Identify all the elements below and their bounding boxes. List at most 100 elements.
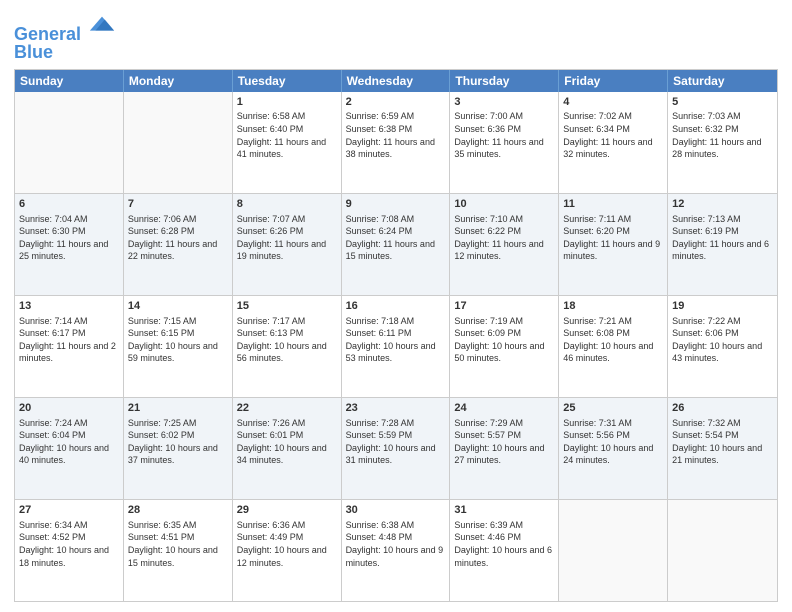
cell-info: Sunrise: 7:29 AMSunset: 5:57 PMDaylight:… bbox=[454, 417, 554, 467]
cal-cell-3-2: 14Sunrise: 7:15 AMSunset: 6:15 PMDayligh… bbox=[124, 296, 233, 397]
day-number: 23 bbox=[346, 401, 446, 416]
day-number: 9 bbox=[346, 197, 446, 212]
day-number: 4 bbox=[563, 95, 663, 110]
day-number: 17 bbox=[454, 299, 554, 314]
day-number: 15 bbox=[237, 299, 337, 314]
calendar-body: 1Sunrise: 6:58 AMSunset: 6:40 PMDaylight… bbox=[15, 92, 777, 601]
day-number: 30 bbox=[346, 503, 446, 518]
day-number: 26 bbox=[672, 401, 773, 416]
day-number: 1 bbox=[237, 95, 337, 110]
cell-info: Sunrise: 6:35 AMSunset: 4:51 PMDaylight:… bbox=[128, 519, 228, 569]
cal-cell-2-4: 9Sunrise: 7:08 AMSunset: 6:24 PMDaylight… bbox=[342, 194, 451, 295]
calendar-row-3: 13Sunrise: 7:14 AMSunset: 6:17 PMDayligh… bbox=[15, 295, 777, 397]
cal-cell-2-1: 6Sunrise: 7:04 AMSunset: 6:30 PMDaylight… bbox=[15, 194, 124, 295]
cell-info: Sunrise: 6:36 AMSunset: 4:49 PMDaylight:… bbox=[237, 519, 337, 569]
day-number: 28 bbox=[128, 503, 228, 518]
cal-cell-1-4: 2Sunrise: 6:59 AMSunset: 6:38 PMDaylight… bbox=[342, 92, 451, 193]
day-number: 3 bbox=[454, 95, 554, 110]
cal-cell-3-4: 16Sunrise: 7:18 AMSunset: 6:11 PMDayligh… bbox=[342, 296, 451, 397]
day-header-thursday: Thursday bbox=[450, 70, 559, 92]
day-number: 31 bbox=[454, 503, 554, 518]
cell-info: Sunrise: 7:19 AMSunset: 6:09 PMDaylight:… bbox=[454, 315, 554, 365]
calendar-row-1: 1Sunrise: 6:58 AMSunset: 6:40 PMDaylight… bbox=[15, 92, 777, 193]
cal-cell-5-2: 28Sunrise: 6:35 AMSunset: 4:51 PMDayligh… bbox=[124, 500, 233, 601]
cell-info: Sunrise: 7:03 AMSunset: 6:32 PMDaylight:… bbox=[672, 110, 773, 160]
calendar-header: SundayMondayTuesdayWednesdayThursdayFrid… bbox=[15, 70, 777, 92]
cal-cell-4-7: 26Sunrise: 7:32 AMSunset: 5:54 PMDayligh… bbox=[668, 398, 777, 499]
cal-cell-1-1 bbox=[15, 92, 124, 193]
header: General Blue bbox=[14, 10, 778, 63]
cell-info: Sunrise: 7:14 AMSunset: 6:17 PMDaylight:… bbox=[19, 315, 119, 365]
cal-cell-5-3: 29Sunrise: 6:36 AMSunset: 4:49 PMDayligh… bbox=[233, 500, 342, 601]
day-header-saturday: Saturday bbox=[668, 70, 777, 92]
cell-info: Sunrise: 7:08 AMSunset: 6:24 PMDaylight:… bbox=[346, 213, 446, 263]
day-number: 18 bbox=[563, 299, 663, 314]
cal-cell-2-3: 8Sunrise: 7:07 AMSunset: 6:26 PMDaylight… bbox=[233, 194, 342, 295]
logo-icon bbox=[88, 12, 116, 40]
cal-cell-1-3: 1Sunrise: 6:58 AMSunset: 6:40 PMDaylight… bbox=[233, 92, 342, 193]
day-number: 5 bbox=[672, 95, 773, 110]
day-number: 13 bbox=[19, 299, 119, 314]
day-header-monday: Monday bbox=[124, 70, 233, 92]
cal-cell-4-6: 25Sunrise: 7:31 AMSunset: 5:56 PMDayligh… bbox=[559, 398, 668, 499]
day-number: 25 bbox=[563, 401, 663, 416]
cell-info: Sunrise: 7:07 AMSunset: 6:26 PMDaylight:… bbox=[237, 213, 337, 263]
cal-cell-5-4: 30Sunrise: 6:38 AMSunset: 4:48 PMDayligh… bbox=[342, 500, 451, 601]
day-number: 16 bbox=[346, 299, 446, 314]
cell-info: Sunrise: 7:06 AMSunset: 6:28 PMDaylight:… bbox=[128, 213, 228, 263]
day-header-tuesday: Tuesday bbox=[233, 70, 342, 92]
cal-cell-2-5: 10Sunrise: 7:10 AMSunset: 6:22 PMDayligh… bbox=[450, 194, 559, 295]
day-number: 19 bbox=[672, 299, 773, 314]
cell-info: Sunrise: 7:25 AMSunset: 6:02 PMDaylight:… bbox=[128, 417, 228, 467]
cell-info: Sunrise: 6:34 AMSunset: 4:52 PMDaylight:… bbox=[19, 519, 119, 569]
cell-info: Sunrise: 7:32 AMSunset: 5:54 PMDaylight:… bbox=[672, 417, 773, 467]
cal-cell-1-6: 4Sunrise: 7:02 AMSunset: 6:34 PMDaylight… bbox=[559, 92, 668, 193]
day-number: 6 bbox=[19, 197, 119, 212]
cell-info: Sunrise: 7:00 AMSunset: 6:36 PMDaylight:… bbox=[454, 110, 554, 160]
cal-cell-4-1: 20Sunrise: 7:24 AMSunset: 6:04 PMDayligh… bbox=[15, 398, 124, 499]
logo-blue: Blue bbox=[14, 43, 116, 63]
logo: General Blue bbox=[14, 14, 116, 63]
day-header-friday: Friday bbox=[559, 70, 668, 92]
cell-info: Sunrise: 7:13 AMSunset: 6:19 PMDaylight:… bbox=[672, 213, 773, 263]
calendar: SundayMondayTuesdayWednesdayThursdayFrid… bbox=[14, 69, 778, 602]
day-header-wednesday: Wednesday bbox=[342, 70, 451, 92]
cal-cell-5-7 bbox=[668, 500, 777, 601]
cell-info: Sunrise: 7:17 AMSunset: 6:13 PMDaylight:… bbox=[237, 315, 337, 365]
cell-info: Sunrise: 7:28 AMSunset: 5:59 PMDaylight:… bbox=[346, 417, 446, 467]
cell-info: Sunrise: 7:26 AMSunset: 6:01 PMDaylight:… bbox=[237, 417, 337, 467]
cal-cell-1-2 bbox=[124, 92, 233, 193]
cell-info: Sunrise: 7:21 AMSunset: 6:08 PMDaylight:… bbox=[563, 315, 663, 365]
day-number: 21 bbox=[128, 401, 228, 416]
day-number: 20 bbox=[19, 401, 119, 416]
logo-text: General bbox=[14, 14, 116, 45]
cal-cell-1-5: 3Sunrise: 7:00 AMSunset: 6:36 PMDaylight… bbox=[450, 92, 559, 193]
cal-cell-5-1: 27Sunrise: 6:34 AMSunset: 4:52 PMDayligh… bbox=[15, 500, 124, 601]
day-number: 12 bbox=[672, 197, 773, 212]
cell-info: Sunrise: 7:22 AMSunset: 6:06 PMDaylight:… bbox=[672, 315, 773, 365]
cell-info: Sunrise: 7:15 AMSunset: 6:15 PMDaylight:… bbox=[128, 315, 228, 365]
cell-info: Sunrise: 7:18 AMSunset: 6:11 PMDaylight:… bbox=[346, 315, 446, 365]
day-number: 29 bbox=[237, 503, 337, 518]
day-number: 10 bbox=[454, 197, 554, 212]
cell-info: Sunrise: 7:31 AMSunset: 5:56 PMDaylight:… bbox=[563, 417, 663, 467]
calendar-row-5: 27Sunrise: 6:34 AMSunset: 4:52 PMDayligh… bbox=[15, 499, 777, 601]
cal-cell-3-6: 18Sunrise: 7:21 AMSunset: 6:08 PMDayligh… bbox=[559, 296, 668, 397]
cal-cell-2-7: 12Sunrise: 7:13 AMSunset: 6:19 PMDayligh… bbox=[668, 194, 777, 295]
cell-info: Sunrise: 7:24 AMSunset: 6:04 PMDaylight:… bbox=[19, 417, 119, 467]
day-number: 27 bbox=[19, 503, 119, 518]
page: General Blue SundayMondayTuesdayWednesda… bbox=[0, 0, 792, 612]
logo-general: General bbox=[14, 24, 81, 44]
cal-cell-4-4: 23Sunrise: 7:28 AMSunset: 5:59 PMDayligh… bbox=[342, 398, 451, 499]
calendar-row-2: 6Sunrise: 7:04 AMSunset: 6:30 PMDaylight… bbox=[15, 193, 777, 295]
cell-info: Sunrise: 6:58 AMSunset: 6:40 PMDaylight:… bbox=[237, 110, 337, 160]
cal-cell-3-7: 19Sunrise: 7:22 AMSunset: 6:06 PMDayligh… bbox=[668, 296, 777, 397]
cell-info: Sunrise: 7:02 AMSunset: 6:34 PMDaylight:… bbox=[563, 110, 663, 160]
cal-cell-4-2: 21Sunrise: 7:25 AMSunset: 6:02 PMDayligh… bbox=[124, 398, 233, 499]
day-number: 2 bbox=[346, 95, 446, 110]
cell-info: Sunrise: 7:10 AMSunset: 6:22 PMDaylight:… bbox=[454, 213, 554, 263]
cal-cell-1-7: 5Sunrise: 7:03 AMSunset: 6:32 PMDaylight… bbox=[668, 92, 777, 193]
day-number: 8 bbox=[237, 197, 337, 212]
cal-cell-4-5: 24Sunrise: 7:29 AMSunset: 5:57 PMDayligh… bbox=[450, 398, 559, 499]
day-number: 22 bbox=[237, 401, 337, 416]
